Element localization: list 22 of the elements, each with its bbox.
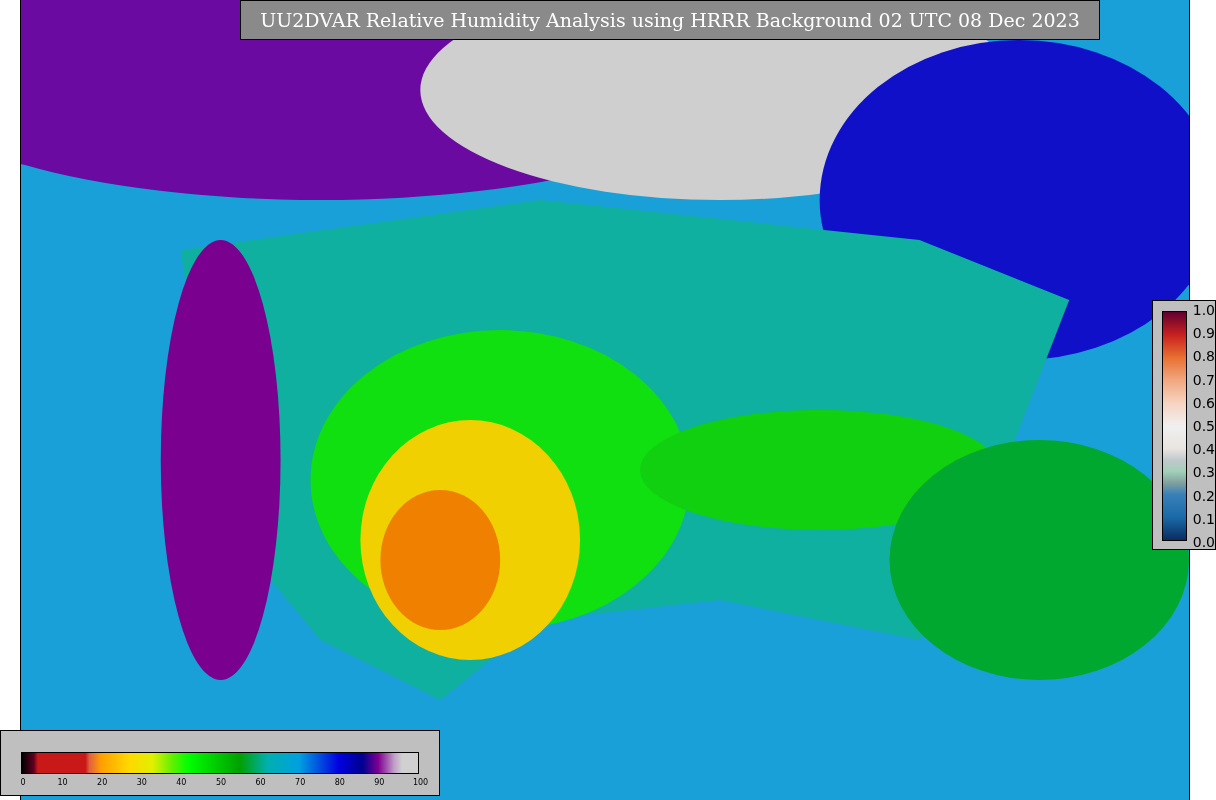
scale-tick-label: 0.2: [1192, 487, 1215, 504]
scale-tick-label: 0.6: [1192, 394, 1215, 411]
scale-tick-label: 30: [135, 778, 148, 787]
scale-tick-label: 60: [254, 778, 267, 787]
scale-tick-label: 0.5: [1192, 417, 1215, 434]
scale-tick-label: 40: [175, 778, 188, 787]
scale-tick-label: 0.1: [1192, 510, 1215, 527]
scale-tick-label: 80: [333, 778, 346, 787]
scale-tick-label: 70: [294, 778, 307, 787]
scale-tick-label: 0: [19, 778, 27, 787]
scale-tick-label: 0.0: [1192, 533, 1215, 550]
map-title: UU2DVAR Relative Humidity Analysis using HRRR Background 02 UTC 08 Dec 2023: [240, 0, 1100, 40]
scale-tick-label: 90: [373, 778, 386, 787]
scale-tick-label: 0.8: [1192, 348, 1215, 365]
scale-tick-label: 50: [214, 778, 227, 787]
scale-tick-label: 0.3: [1192, 464, 1215, 481]
scale-tick-label: 0.7: [1192, 371, 1215, 388]
scale-tick-label: 0.4: [1192, 441, 1215, 458]
scale-tick-label: 1.0: [1192, 302, 1215, 318]
scale-tick-label: 10: [56, 778, 69, 787]
scale-tick-label: 20: [96, 778, 109, 787]
scale-tick-label: 0.9: [1192, 325, 1215, 342]
